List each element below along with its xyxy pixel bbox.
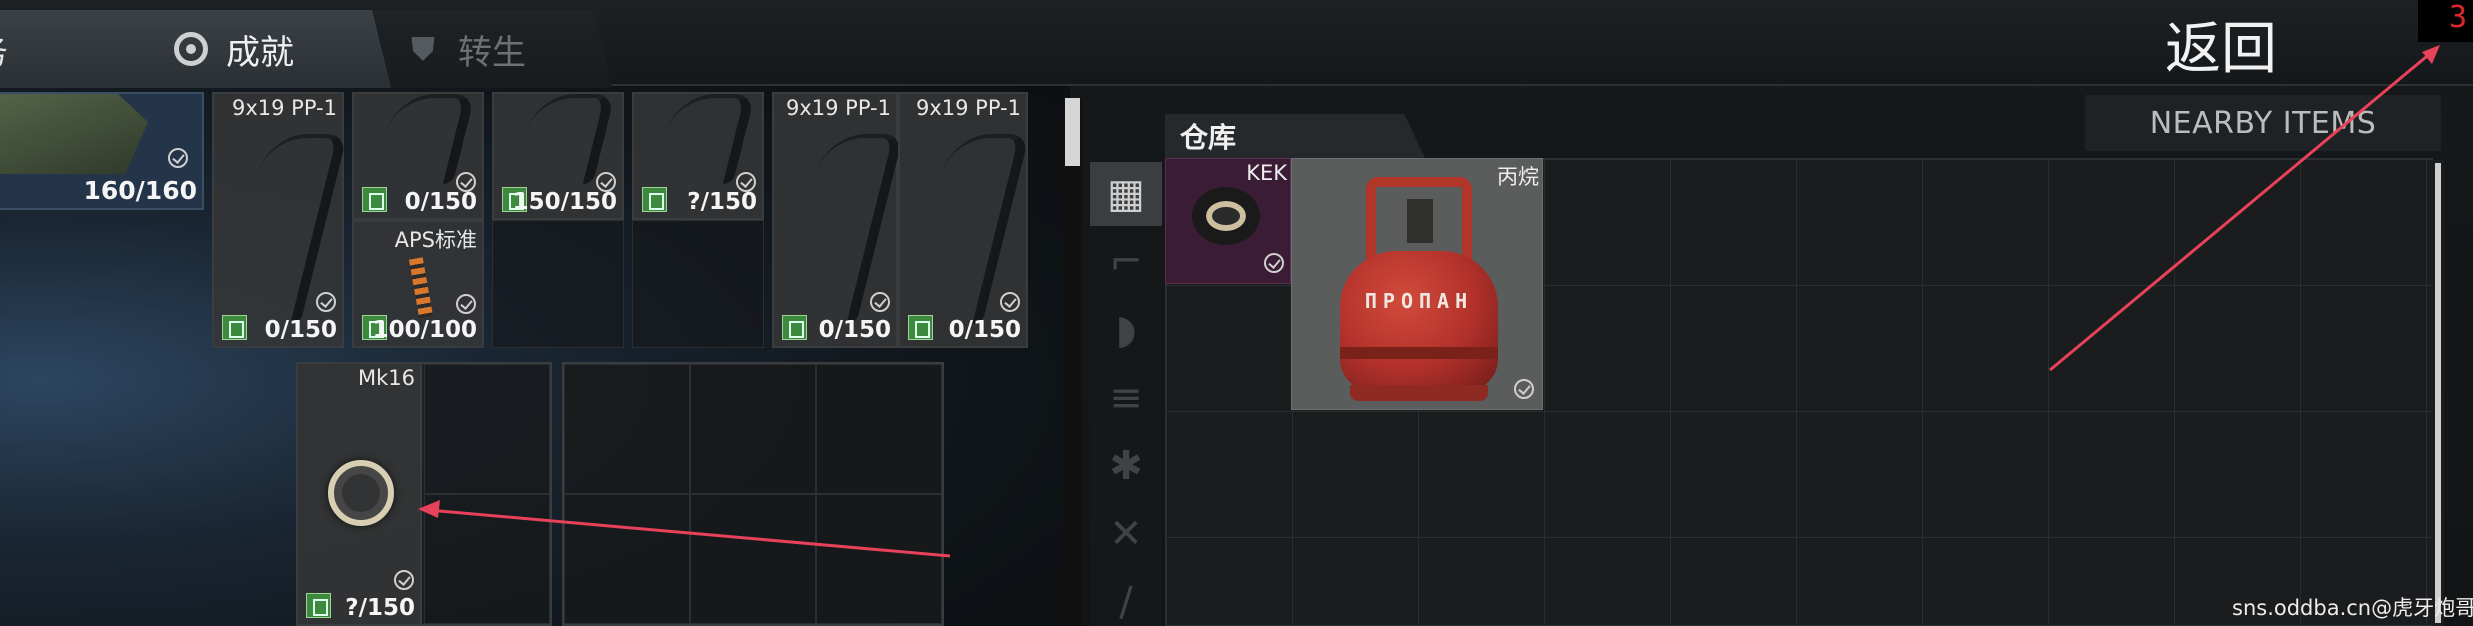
watermark: sns.oddba.cn@虎牙炮哥 [2232, 596, 2473, 620]
arrow-to-mk16 [427, 508, 951, 558]
arrowhead-icon [418, 500, 440, 518]
annotation-arrows [418, 45, 2440, 558]
arrowhead-icon [2422, 45, 2440, 64]
arrow-to-badge [2049, 50, 2433, 372]
